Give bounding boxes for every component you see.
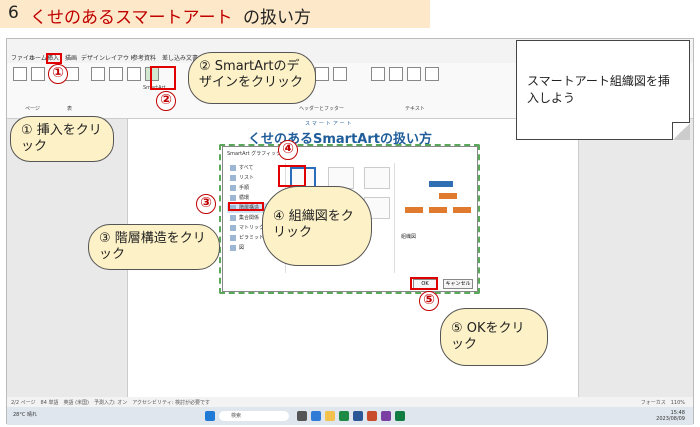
cancel-button[interactable]: キャンセル <box>443 279 473 289</box>
callout-ok: ⑤ OKをクリック <box>440 308 548 366</box>
group-pages-label: ページ <box>25 106 40 112</box>
tab-draw[interactable]: 描画 <box>65 53 77 62</box>
badge-1: ① <box>48 64 68 84</box>
badge-3: ③ <box>196 194 216 214</box>
footer-button[interactable] <box>315 67 329 81</box>
callout-hierarchy: ③ 階層構造をクリック <box>88 224 220 270</box>
hierarchy-highlight <box>228 202 264 211</box>
onenote-icon[interactable] <box>381 411 391 421</box>
wordart-button[interactable] <box>407 67 421 81</box>
badge-5: ⑤ <box>419 291 439 311</box>
browser-icon[interactable] <box>311 411 321 421</box>
preview-node <box>429 207 447 213</box>
heading-number: 6 <box>8 3 19 23</box>
callout-insert: ① 挿入をクリック <box>10 116 114 162</box>
tab-references[interactable]: 参考資料 <box>132 53 156 62</box>
icons-button[interactable] <box>127 67 141 81</box>
folder-icon[interactable] <box>325 411 335 421</box>
badge-4: ④ <box>278 140 298 160</box>
word-icon[interactable] <box>353 411 363 421</box>
clock-text: 15:48 2023/08/09 <box>656 410 685 422</box>
category-item[interactable]: 手順 <box>227 183 283 193</box>
page-number-button[interactable] <box>333 67 347 81</box>
smartart-highlight <box>150 66 176 90</box>
callout-orgchart: ④ 組織図をクリック <box>262 186 372 266</box>
category-item[interactable]: すべて <box>227 163 283 173</box>
preview-title: 組織図 <box>401 234 417 240</box>
preview-node <box>453 207 471 213</box>
heading-red-text: くせのあるスマートアート <box>30 8 233 28</box>
preview-node <box>405 207 423 213</box>
heading-black-text: の扱い方 <box>243 8 311 28</box>
layout-thumbnail[interactable] <box>364 167 390 189</box>
group-header-footer-label: ヘッダーとフッター <box>299 106 345 112</box>
search-label: 検索 <box>231 413 242 419</box>
callout-smartart: ② SmartArtのデザインをクリック <box>188 52 316 104</box>
tab-layout[interactable]: レイアウト <box>105 53 135 62</box>
quickparts-button[interactable] <box>389 67 403 81</box>
status-left-text: 2/2 ページ 84 単語 英語 (米国) 予測入力: オン アクセシビリティ:… <box>11 400 210 406</box>
instruction-note: スマートアート組織図を挿入しよう <box>516 40 690 140</box>
page-fold <box>672 122 690 140</box>
instruction-note-text: スマートアート組織図を挿入しよう <box>527 74 670 105</box>
layout-preview: 組織図 <box>399 163 475 273</box>
group-text-label: テキスト <box>405 106 425 112</box>
status-right-text: フォーカス 110% <box>640 400 685 406</box>
ok-highlight <box>410 277 438 290</box>
cover-page-button[interactable] <box>13 67 27 81</box>
category-item[interactable]: リスト <box>227 173 283 183</box>
org-chart-highlight <box>278 165 306 187</box>
taskbar: 28°C 晴れ 検索 15:48 2023/08/09 <box>7 407 693 425</box>
group-table-label: 表 <box>67 106 73 112</box>
search-input[interactable]: 検索 <box>219 411 289 421</box>
start-icon[interactable] <box>205 411 215 421</box>
blank-page-button[interactable] <box>31 67 45 81</box>
weather-text: 28°C 晴れ <box>13 412 37 418</box>
doc-title-ruby: スマートアート <box>305 121 354 127</box>
preview-node <box>439 193 457 199</box>
dropcap-button[interactable] <box>425 67 439 81</box>
tab-home[interactable]: ホーム <box>29 53 47 62</box>
heading-banner: 6 くせのあるスマートアート の扱い方 <box>0 0 430 28</box>
powerpoint-icon[interactable] <box>367 411 377 421</box>
badge-2: ② <box>156 91 176 111</box>
tab-design[interactable]: デザイン <box>81 53 105 62</box>
picture-button[interactable] <box>91 67 105 81</box>
insert-tab-highlight <box>46 53 62 64</box>
preview-node <box>429 181 453 187</box>
status-bar: 2/2 ページ 84 単語 英語 (米国) 予測入力: オン アクセシビリティ:… <box>7 397 693 407</box>
app-icon[interactable] <box>395 411 405 421</box>
excel-icon[interactable] <box>339 411 349 421</box>
taskview-icon[interactable] <box>297 411 307 421</box>
textbox-button[interactable] <box>371 67 385 81</box>
shapes-button[interactable] <box>109 67 123 81</box>
